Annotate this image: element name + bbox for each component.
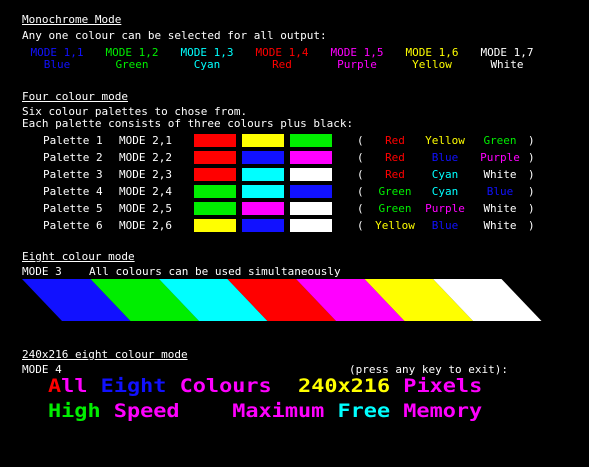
- colour-name: Red: [272, 58, 292, 71]
- palette-mode: MODE 2,1: [119, 134, 172, 147]
- banner-word: Pixels: [403, 375, 483, 397]
- open-paren: (: [357, 134, 364, 147]
- palette-label: Palette 2: [43, 151, 103, 164]
- hires-heading: 240x216 eight colour mode: [22, 348, 188, 361]
- close-paren: ): [528, 219, 535, 232]
- eight-colour-mode: MODE 3: [22, 265, 62, 278]
- close-paren: ): [528, 151, 535, 164]
- colour-swatch: [194, 185, 236, 198]
- banner-word: [166, 375, 179, 397]
- banner-word: [390, 375, 403, 397]
- palette-label: Palette 4: [43, 185, 103, 198]
- colour-name: Blue: [43, 58, 71, 71]
- palette-mode: MODE 2,2: [119, 151, 172, 164]
- banner-word: [87, 375, 100, 397]
- palette-label: Palette 5: [43, 202, 103, 215]
- colour-name: Purple: [337, 58, 377, 71]
- colour-swatch: [242, 168, 284, 181]
- colour-swatch: [242, 219, 284, 232]
- colour-swatch: [194, 151, 236, 164]
- eight-colour-description: All colours can be used simultaneously: [89, 265, 341, 278]
- palette-colour-name: Cyan: [431, 185, 459, 198]
- palette-colour-name: White: [483, 219, 517, 232]
- palette-colour-name: Yellow: [425, 134, 465, 147]
- colour-name: Green: [115, 58, 149, 71]
- palette-mode: MODE 2,4: [119, 185, 172, 198]
- monochrome-heading: Monochrome Mode: [22, 13, 122, 26]
- palette-colour-name: Blue: [431, 219, 459, 232]
- palette-colour-name: Green: [378, 185, 412, 198]
- colour-swatch: [194, 168, 236, 181]
- palette-mode: MODE 2,5: [119, 202, 172, 215]
- colour-swatch: [194, 134, 236, 147]
- four-colour-line2: Each palette consists of three colours p…: [22, 117, 354, 130]
- colour-swatch: [290, 185, 332, 198]
- palette-colour-name: White: [483, 168, 517, 181]
- banner-word: [324, 400, 337, 422]
- palette-colour-name: Purple: [425, 202, 465, 215]
- banner-word: Speed: [113, 400, 180, 422]
- hires-banner-line1: All Eight Colours 240x216 Pixels: [48, 375, 482, 397]
- palette-colour-name: Red: [385, 168, 405, 181]
- colour-swatch: [290, 151, 332, 164]
- palette-label: Palette 6: [43, 219, 103, 232]
- banner-word: A: [48, 375, 62, 397]
- colour-swatch: [242, 202, 284, 215]
- palette-label: Palette 1: [43, 134, 103, 147]
- banner-word: [101, 400, 114, 422]
- banner-word: [180, 400, 233, 422]
- close-paren: ): [528, 168, 535, 181]
- palette-colour-name: Yellow: [375, 219, 415, 232]
- hires-banner-line2: High Speed Maximum Free Memory: [48, 400, 482, 422]
- colour-swatch: [194, 219, 236, 232]
- palette-colour-name: Blue: [431, 151, 459, 164]
- palette-label: Palette 3: [43, 168, 103, 181]
- colour-swatch: [290, 134, 332, 147]
- palette-colour-name: Blue: [486, 185, 514, 198]
- open-paren: (: [357, 185, 364, 198]
- palette-colour-name: Red: [385, 134, 405, 147]
- banner-word: Memory: [403, 400, 483, 422]
- banner-word: Maximum: [232, 400, 325, 422]
- banner-word: Free: [337, 400, 391, 422]
- banner-word: [390, 400, 403, 422]
- banner-word: Colours: [179, 375, 272, 397]
- close-paren: ): [528, 185, 535, 198]
- close-paren: ): [528, 202, 535, 215]
- colour-name: Yellow: [412, 58, 452, 71]
- colour-swatch: [242, 185, 284, 198]
- colour-stripes-band: [22, 279, 542, 321]
- palette-mode: MODE 2,6: [119, 219, 172, 232]
- open-paren: (: [357, 202, 364, 215]
- open-paren: (: [357, 219, 364, 232]
- palette-colour-name: White: [483, 202, 517, 215]
- palette-colour-name: Green: [483, 134, 517, 147]
- colour-swatch: [290, 202, 332, 215]
- palette-mode: MODE 2,3: [119, 168, 172, 181]
- palette-colour-name: Green: [378, 202, 412, 215]
- colour-swatch: [242, 134, 284, 147]
- banner-word: [272, 375, 298, 397]
- colour-name: White: [490, 58, 524, 71]
- palette-colour-name: Red: [385, 151, 405, 164]
- banner-word: Eight: [100, 375, 167, 397]
- colour-name: Cyan: [193, 58, 221, 71]
- monochrome-description: Any one colour can be selected for all o…: [22, 29, 327, 42]
- four-colour-heading: Four colour mode: [22, 90, 128, 103]
- colour-swatch: [290, 168, 332, 181]
- palette-colour-name: Cyan: [431, 168, 459, 181]
- palette-colour-name: Purple: [480, 151, 520, 164]
- open-paren: (: [357, 168, 364, 181]
- colour-swatch: [194, 202, 236, 215]
- banner-word: ll: [61, 375, 88, 397]
- close-paren: ): [528, 134, 535, 147]
- banner-word: High: [48, 400, 101, 422]
- colour-swatch: [290, 219, 332, 232]
- open-paren: (: [357, 151, 364, 164]
- eight-colour-heading: Eight colour mode: [22, 250, 135, 263]
- colour-swatch: [242, 151, 284, 164]
- banner-word: 240x216: [298, 375, 391, 397]
